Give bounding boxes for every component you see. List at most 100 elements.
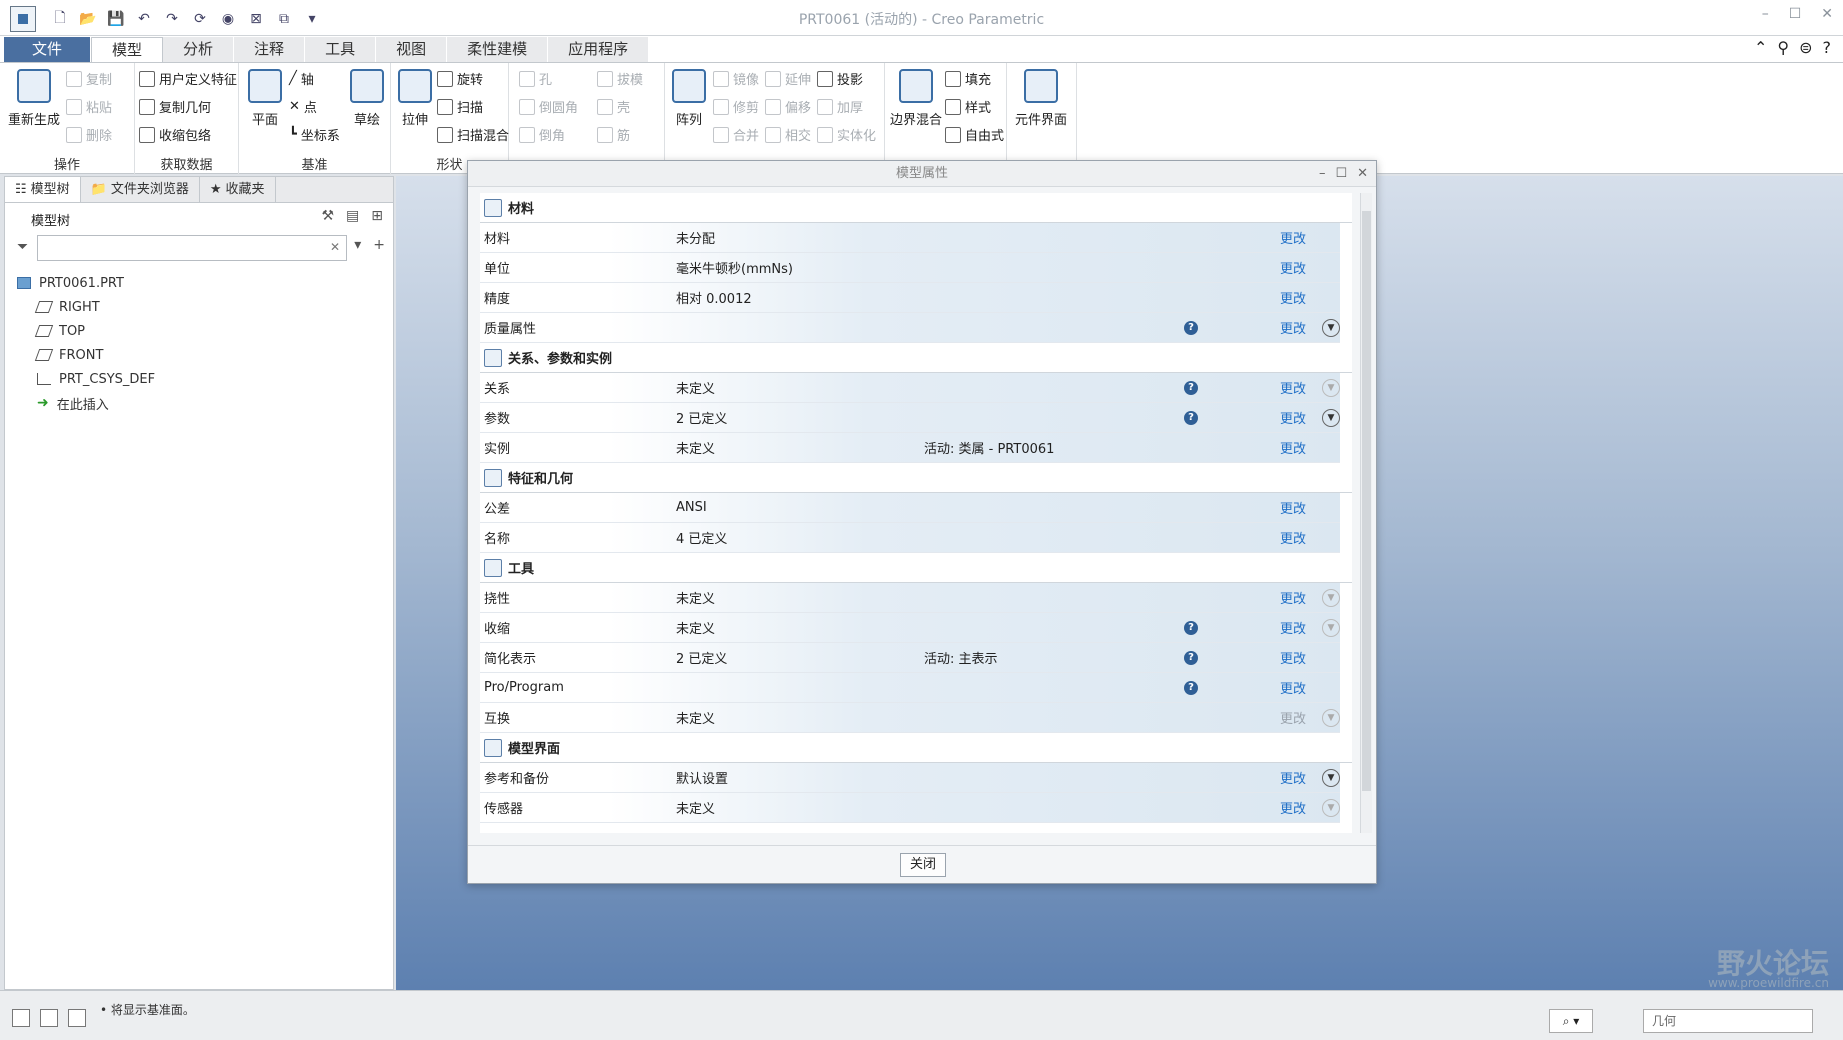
clear-search-icon[interactable]: ✕	[330, 240, 340, 254]
tab-model-tree[interactable]: ☷ 模型树	[5, 177, 81, 202]
info-icon[interactable]: ?	[1184, 410, 1198, 425]
extend-button[interactable]: 延伸	[765, 69, 811, 88]
change-link[interactable]: 更改	[1280, 498, 1306, 517]
search-dropdown-icon[interactable]: ▾	[354, 237, 361, 253]
change-link[interactable]: 更改	[1280, 378, 1306, 397]
tree-item-top[interactable]: TOP	[17, 319, 155, 343]
tab-file[interactable]: 文件	[4, 37, 92, 62]
extrude-button[interactable]: 拉伸	[395, 69, 435, 128]
group-get-data-label[interactable]: 获取数据	[135, 154, 238, 173]
change-link[interactable]: 更改	[1280, 588, 1306, 607]
tab-view[interactable]: 视图	[376, 37, 448, 62]
offset-button[interactable]: 偏移	[765, 97, 811, 116]
change-link[interactable]: 更改	[1280, 528, 1306, 547]
change-link[interactable]: 更改	[1280, 798, 1306, 817]
copy-button[interactable]: 复制	[66, 69, 112, 88]
round-button[interactable]: 倒圆角	[519, 97, 578, 116]
tree-item-right[interactable]: RIGHT	[17, 295, 155, 319]
thicken-button[interactable]: 加厚	[817, 97, 863, 116]
shrinkwrap-button[interactable]: 收缩包络	[139, 125, 211, 144]
component-interface-button[interactable]: 元件界面	[1013, 69, 1069, 128]
change-link[interactable]: 更改	[1280, 618, 1306, 637]
expand-icon[interactable]: ▼	[1322, 378, 1340, 397]
maximize-icon[interactable]: ☐	[1789, 6, 1802, 22]
tree-item-insert-here[interactable]: ➜ 在此插入	[17, 391, 155, 415]
navigator-toggle-icon[interactable]	[12, 1009, 30, 1027]
collapse-ribbon-icon[interactable]: ⌃	[1754, 38, 1767, 57]
solidify-button[interactable]: 实体化	[817, 125, 876, 144]
swept-blend-button[interactable]: 扫描混合	[437, 125, 509, 144]
selection-filter[interactable]: 几何	[1643, 1009, 1813, 1033]
close-icon[interactable]: ✕	[1821, 6, 1833, 22]
change-link[interactable]: 更改	[1280, 288, 1306, 307]
dialog-close-icon[interactable]: ✕	[1357, 161, 1368, 187]
change-link[interactable]: 更改	[1280, 408, 1306, 427]
regenerate-button[interactable]: 重新生成	[8, 69, 60, 128]
expand-icon[interactable]: ▼	[1322, 618, 1340, 637]
tree-item-csys[interactable]: PRT_CSYS_DEF	[17, 367, 155, 391]
change-link[interactable]: 更改	[1280, 318, 1306, 337]
sketch-button[interactable]: 草绘	[347, 69, 387, 128]
sweep-button[interactable]: 扫描	[437, 97, 483, 116]
chamfer-button[interactable]: 倒角	[519, 125, 565, 144]
group-datum-label[interactable]: 基准	[239, 154, 390, 173]
fill-button[interactable]: 填充	[945, 69, 991, 88]
expand-icon[interactable]: ▼	[1322, 318, 1340, 337]
help-icon[interactable]: ?	[1823, 38, 1832, 57]
mirror-button[interactable]: 镜像	[713, 69, 759, 88]
copy-geometry-button[interactable]: 复制几何	[139, 97, 211, 116]
browser-toggle-icon[interactable]	[40, 1009, 58, 1027]
csys-button[interactable]: ┗ 坐标系	[289, 125, 340, 144]
find-icon[interactable]: ⌕ ▾	[1549, 1009, 1593, 1033]
tab-favorites[interactable]: ★ 收藏夹	[200, 177, 276, 202]
fullscreen-icon[interactable]	[68, 1009, 86, 1027]
udf-button[interactable]: 用户定义特征	[139, 69, 237, 88]
expand-icon[interactable]: ▼	[1322, 408, 1340, 427]
tree-item-front[interactable]: FRONT	[17, 343, 155, 367]
info-icon[interactable]: ?	[1184, 680, 1198, 695]
paste-button[interactable]: 粘贴	[66, 97, 112, 116]
change-link[interactable]: 更改	[1280, 228, 1306, 247]
intersect-button[interactable]: 相交	[765, 125, 811, 144]
info-icon[interactable]: ?	[1184, 320, 1198, 335]
expand-icon[interactable]: ▼	[1322, 768, 1340, 787]
style-button[interactable]: 样式	[945, 97, 991, 116]
tab-analysis[interactable]: 分析	[163, 37, 235, 62]
change-link[interactable]: 更改	[1280, 258, 1306, 277]
pattern-button[interactable]: 阵列	[669, 69, 709, 128]
info-icon[interactable]: ?	[1184, 620, 1198, 635]
axis-button[interactable]: ╱ 轴	[289, 69, 314, 88]
dialog-minimize-icon[interactable]: –	[1319, 161, 1326, 187]
show-icon[interactable]: ▤	[346, 208, 359, 224]
group-operations-label[interactable]: 操作	[0, 154, 134, 173]
info-icon[interactable]: ?	[1184, 650, 1198, 665]
minimize-icon[interactable]: –	[1762, 6, 1769, 22]
draft-button[interactable]: 拔模	[597, 69, 643, 88]
rib-button[interactable]: 筋	[597, 125, 630, 144]
tab-model[interactable]: 模型	[91, 37, 164, 62]
freestyle-button[interactable]: 自由式	[945, 125, 1004, 144]
expand-icon[interactable]: ▼	[1322, 798, 1340, 817]
community-icon[interactable]: ⊜	[1799, 38, 1812, 57]
point-button[interactable]: ✕ 点	[289, 97, 317, 116]
boundary-blend-button[interactable]: 边界混合	[889, 69, 943, 128]
tab-annotate[interactable]: 注释	[234, 37, 306, 62]
shell-button[interactable]: 壳	[597, 97, 630, 116]
settings-icon[interactable]: ⚒	[321, 208, 334, 224]
dialog-scrollbar[interactable]	[1360, 193, 1372, 833]
project-button[interactable]: 投影	[817, 69, 863, 88]
change-link[interactable]: 更改	[1280, 648, 1306, 667]
tab-tools[interactable]: 工具	[305, 37, 377, 62]
scrollbar-thumb[interactable]	[1362, 211, 1371, 791]
add-icon[interactable]: +	[373, 237, 385, 253]
expand-icon[interactable]: ▼	[1322, 588, 1340, 607]
hole-button[interactable]: 孔	[519, 69, 552, 88]
delete-button[interactable]: 删除	[66, 125, 112, 144]
change-link[interactable]: 更改	[1280, 438, 1306, 457]
change-link[interactable]: 更改	[1280, 768, 1306, 787]
tab-flexible-modeling[interactable]: 柔性建模	[447, 37, 549, 62]
plane-button[interactable]: 平面	[243, 69, 287, 128]
merge-button[interactable]: 合并	[713, 125, 759, 144]
tree-filter-icon[interactable]: ⊞	[371, 208, 383, 224]
tab-applications[interactable]: 应用程序	[548, 37, 650, 62]
